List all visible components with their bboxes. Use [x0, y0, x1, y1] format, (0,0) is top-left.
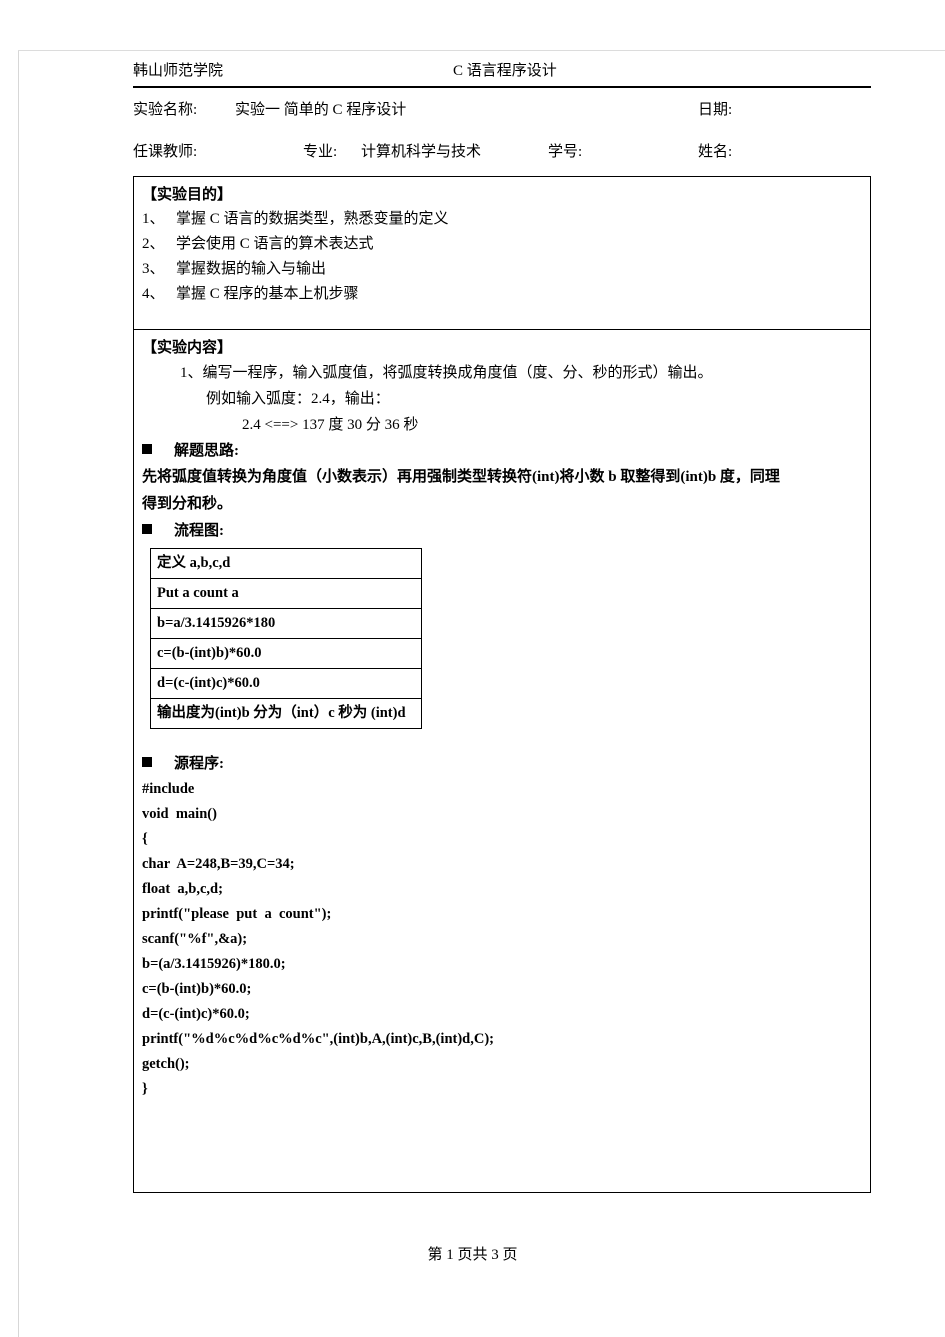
- flowchart-row: 输出度为(int)b 分为（int）c 秒为 (int)d: [150, 698, 422, 729]
- approach-paragraph-line1: 先将弧度值转换为角度值（小数表示）再用强制类型转换符(int)将小数 b 取整得…: [142, 469, 780, 485]
- task-statement-line2: 例如输入弧度：2.4，输出：: [206, 391, 390, 407]
- code-line: c=(b-(int)b)*60.0;: [142, 981, 252, 997]
- page-edge-left: [18, 50, 19, 1337]
- code-line: {: [142, 831, 148, 847]
- flowchart-row: 定义 a,b,c,d: [150, 548, 422, 579]
- code-line: d=(c-(int)c)*60.0;: [142, 1006, 250, 1022]
- flowchart-row: Put a count a: [150, 578, 422, 609]
- page-number-text: 第 1 页共 3 页: [427, 1247, 518, 1263]
- flowchart-row: c=(b-(int)b)*60.0: [150, 638, 422, 669]
- code-line: printf("please put a count");: [142, 906, 332, 922]
- purpose-section-title: 【实验目的】: [142, 187, 233, 203]
- major-value: 计算机科学与技术: [361, 144, 482, 160]
- code-line: #include: [142, 781, 195, 797]
- purpose-item: 3、 掌握数据的输入与输出: [142, 257, 862, 282]
- flowchart-step: d=(c-(int)c)*60.0: [150, 668, 422, 699]
- date-label: 日期:: [698, 102, 733, 118]
- table-row-purpose: 【实验目的】 1、 掌握 C 语言的数据类型，熟悉变量的定义 2、 学会使用 C 语…: [133, 176, 871, 330]
- source-heading-label: 源程序:: [174, 756, 224, 772]
- content-section-title: 【实验内容】: [142, 340, 233, 356]
- task-statement-line1: 1、编写一程序，输入弧度值，将弧度转换成角度值（度、分、秒的形式）输出。: [180, 365, 713, 381]
- code-line: float a,b,c,d;: [142, 881, 223, 897]
- approach-heading: 解题思路:: [142, 438, 862, 464]
- teacher-label: 任课教师:: [133, 144, 198, 160]
- code-line: b=(a/3.1415926)*180.0;: [142, 956, 286, 972]
- course-title: C 语言程序设计: [453, 63, 557, 79]
- code-line: void main(): [142, 806, 217, 822]
- purpose-item-text: 掌握 C 程序的基本上机步骤: [176, 286, 359, 302]
- flowchart-heading-label: 流程图:: [174, 523, 224, 539]
- lab-name-label: 实验名称:: [133, 102, 198, 118]
- meta-row-teacher: 任课教师: 专业: 计算机科学与技术 学号: 姓名:: [133, 130, 871, 172]
- flowchart-step: 定义 a,b,c,d: [150, 548, 422, 579]
- flowchart-step: c=(b-(int)b)*60.0: [150, 638, 422, 669]
- lab-report-table: 【实验目的】 1、 掌握 C 语言的数据类型，熟悉变量的定义 2、 学会使用 C 语…: [133, 176, 871, 1193]
- square-bullet-icon: [142, 524, 152, 534]
- purpose-item: 1、 掌握 C 语言的数据类型，熟悉变量的定义: [142, 207, 862, 232]
- flowchart-step: b=a/3.1415926*180: [150, 608, 422, 639]
- task-example-output: 2.4 <==> 137 度 30 分 36 秒: [242, 417, 419, 433]
- major-label: 专业:: [303, 144, 338, 160]
- purpose-item-text: 掌握 C 语言的数据类型，熟悉变量的定义: [176, 211, 449, 227]
- document-letterhead: 韩山师范学院 C 语言程序设计: [133, 60, 871, 88]
- code-line: }: [142, 1081, 148, 1097]
- content-cell: 【实验内容】 1、编写一程序，输入弧度值，将弧度转换成角度值（度、分、秒的形式）…: [133, 329, 871, 1193]
- purpose-item-number: 2、: [142, 236, 165, 252]
- document-page: 韩山师范学院 C 语言程序设计 实验名称: 实验一 简单的 C 程序设计 日期:…: [0, 0, 945, 1337]
- purpose-cell: 【实验目的】 1、 掌握 C 语言的数据类型，熟悉变量的定义 2、 学会使用 C 语…: [133, 176, 871, 330]
- page-edge-top: [18, 50, 945, 51]
- purpose-item-text: 学会使用 C 语言的算术表达式: [176, 236, 374, 252]
- page-footer: 第 1 页共 3 页: [0, 1243, 945, 1264]
- flowchart-step: Put a count a: [150, 578, 422, 609]
- square-bullet-icon: [142, 444, 152, 454]
- purpose-item: 4、 掌握 C 程序的基本上机步骤: [142, 282, 862, 307]
- approach-heading-label: 解题思路:: [174, 443, 239, 459]
- student-id-label: 学号:: [548, 144, 583, 160]
- purpose-item: 2、 学会使用 C 语言的算术表达式: [142, 232, 862, 257]
- source-heading: 源程序:: [142, 751, 862, 777]
- table-row-content: 【实验内容】 1、编写一程序，输入弧度值，将弧度转换成角度值（度、分、秒的形式）…: [133, 329, 871, 1193]
- meta-row-lab: 实验名称: 实验一 简单的 C 程序设计 日期:: [133, 88, 871, 130]
- flowchart-step: 输出度为(int)b 分为（int）c 秒为 (int)d: [150, 698, 422, 729]
- code-line: char A=248,B=39,C=34;: [142, 856, 295, 872]
- flowchart-heading: 流程图:: [142, 518, 862, 544]
- lab-name-value: 实验一 简单的 C 程序设计: [235, 102, 407, 118]
- code-line: printf("%d%c%d%c%d%c",(int)b,A,(int)c,B,…: [142, 1031, 495, 1047]
- purpose-item-number: 4、: [142, 286, 165, 302]
- source-code-block: 源程序: #include void main() { char A=248,B…: [142, 751, 862, 1102]
- purpose-item-number: 3、: [142, 261, 165, 277]
- code-line: scanf("%f",&a);: [142, 931, 248, 947]
- flowchart-table: 定义 a,b,c,d Put a count a b=a/3.1415926*1…: [150, 548, 422, 729]
- approach-paragraph-line2: 得到分和秒。: [142, 496, 233, 512]
- school-name: 韩山师范学院: [133, 63, 224, 79]
- document-content: 韩山师范学院 C 语言程序设计 实验名称: 实验一 简单的 C 程序设计 日期:…: [133, 60, 871, 1193]
- student-name-label: 姓名:: [698, 144, 733, 160]
- flowchart-row: b=a/3.1415926*180: [150, 608, 422, 639]
- code-line: getch();: [142, 1056, 190, 1072]
- purpose-item-text: 掌握数据的输入与输出: [176, 261, 327, 277]
- purpose-item-number: 1、: [142, 211, 165, 227]
- square-bullet-icon: [142, 757, 152, 767]
- flowchart-row: d=(c-(int)c)*60.0: [150, 668, 422, 699]
